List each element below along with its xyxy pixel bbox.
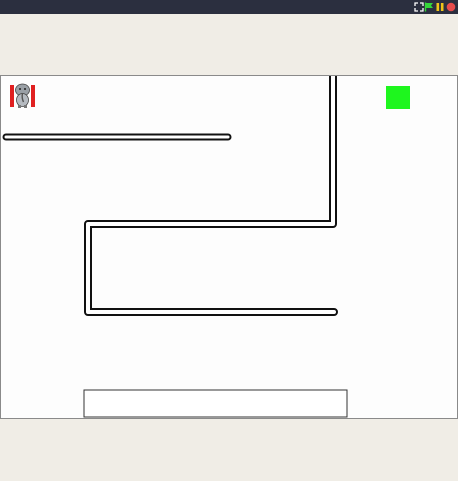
bottom-panel: [0, 418, 458, 481]
stop-icon[interactable]: [446, 2, 456, 12]
wall-path-inner: [86, 76, 336, 314]
wall-path: [84, 76, 338, 316]
maze-canvas: [2, 76, 410, 418]
top-panel: [0, 14, 458, 76]
goal-square: [386, 86, 410, 109]
bottom-platform: [83, 389, 348, 418]
player-sprite[interactable]: [10, 83, 35, 108]
game-stage[interactable]: [0, 76, 458, 418]
green-flag-icon[interactable]: [424, 2, 434, 12]
pause-icon[interactable]: [435, 2, 445, 12]
fullscreen-icon[interactable]: [414, 2, 424, 12]
maze-walls: [2, 76, 338, 316]
top-toolbar: [0, 0, 458, 14]
